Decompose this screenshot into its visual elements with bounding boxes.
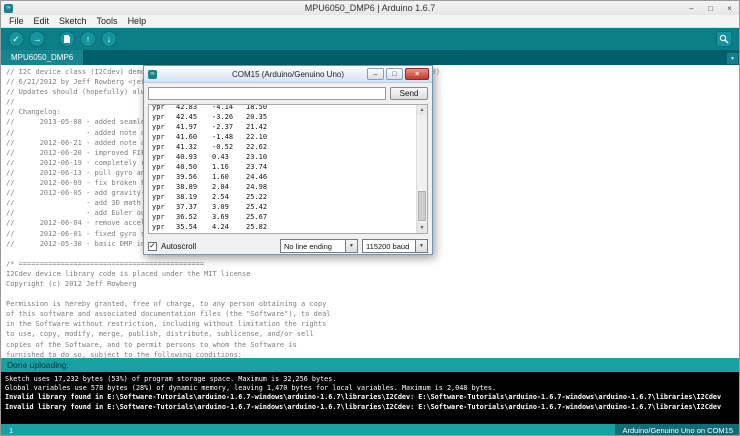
chevron-down-icon: ▼	[730, 56, 735, 62]
console-line: Global variables use 578 bytes (28%) of …	[5, 384, 737, 393]
menu-item-sketch[interactable]: Sketch	[54, 16, 92, 26]
code-line	[6, 289, 740, 299]
close-button[interactable]: ×	[720, 1, 739, 15]
serial-monitor-dialog: ∞ COM15 (Arduino/Genuino Uno) – □ × Send…	[143, 65, 433, 255]
minimize-button[interactable]: –	[367, 68, 384, 80]
new-sketch-button[interactable]	[59, 31, 75, 47]
menu-item-edit[interactable]: Edit	[29, 16, 55, 26]
console-output: Sketch uses 17,232 bytes (53%) of progra…	[1, 372, 740, 424]
serial-scrollbar[interactable]: ▲ ▼	[416, 105, 427, 233]
save-sketch-button[interactable]: ↓	[101, 31, 117, 47]
serial-monitor-window-controls: – □ ×	[367, 68, 432, 80]
autoscroll-label: Autoscroll	[161, 242, 196, 251]
baud-rate-dropdown[interactable]: 115200 baud ▼	[362, 239, 428, 253]
serial-send-input[interactable]	[148, 87, 386, 100]
serial-output-area[interactable]: ypr42.83-4.1418.50ypr42.45-3.2620.35ypr4…	[148, 104, 428, 234]
serial-output-row: ypr41.60-1.4822.10	[152, 132, 427, 142]
scrollbar-track[interactable]	[417, 115, 427, 223]
serial-monitor-options: ✓ Autoscroll No line ending ▼ 115200 bau…	[148, 239, 428, 253]
code-line: of this software and associated document…	[6, 309, 740, 319]
maximize-button[interactable]: □	[701, 1, 720, 15]
serial-monitor-title-bar[interactable]: ∞ COM15 (Arduino/Genuino Uno) – □ ×	[144, 66, 432, 83]
serial-output-row: ypr41.97-2.3721.42	[152, 122, 427, 132]
send-row: Send	[148, 87, 428, 100]
code-line: Permission is hereby granted, free of ch…	[6, 299, 740, 309]
serial-output-row: ypr36.523.6925.67	[152, 212, 427, 222]
line-ending-dropdown[interactable]: No line ending ▼	[280, 239, 358, 253]
serial-output-row: ypr38.192.5425.22	[152, 192, 427, 202]
code-line: /* =====================================…	[6, 259, 740, 269]
checkmark-icon: ✓	[12, 35, 20, 44]
arduino-ide-window: ∞ MPU6050_DMP6 | Arduino 1.6.7 – □ × Fil…	[0, 0, 740, 436]
footer-bar: 1 Arduino/Genuino Uno on COM15	[1, 424, 740, 436]
status-bar: Done uploading.	[1, 358, 740, 372]
code-line: furnished to do so, subject to the follo…	[6, 350, 740, 358]
close-icon[interactable]: ×	[405, 68, 429, 80]
window-controls: – □ ×	[682, 1, 739, 15]
serial-monitor-button[interactable]	[716, 31, 732, 47]
serial-output-row: ypr40.501.1623.74	[152, 162, 427, 172]
serial-output-row: ypr40.930.4323.10	[152, 152, 427, 162]
menu-item-tools[interactable]: Tools	[92, 16, 123, 26]
up-arrow-icon: ↑	[86, 35, 91, 44]
maximize-button[interactable]: □	[386, 68, 403, 80]
tab-bar: MPU6050_DMP6 ▼	[1, 50, 739, 65]
serial-output-lines: ypr42.83-4.1418.50ypr42.45-3.2620.35ypr4…	[149, 104, 427, 232]
cursor-line-number: 1	[1, 426, 13, 435]
serial-output-row: ypr37.373.0925.42	[152, 202, 427, 212]
upload-button[interactable]: →	[29, 31, 45, 47]
board-port-status: Arduino/Genuino Uno on COM15	[615, 424, 740, 436]
chevron-down-icon: ▼	[345, 240, 357, 252]
open-sketch-button[interactable]: ↑	[80, 31, 96, 47]
serial-output-row: ypr39.561.6024.46	[152, 172, 427, 182]
console-line: Invalid library found in E:\Software-Tut…	[5, 393, 737, 402]
code-line: copies of the Software, and to permit pe…	[6, 340, 740, 350]
serial-output-row: ypr41.32-0.5222.62	[152, 142, 427, 152]
serial-output-row: ypr38.892.0424.98	[152, 182, 427, 192]
code-line: in the Software without restriction, inc…	[6, 319, 740, 329]
scroll-down-icon[interactable]: ▼	[417, 223, 427, 233]
menu-item-help[interactable]: Help	[123, 16, 152, 26]
magnifier-icon	[719, 34, 729, 44]
toolbar: ✓ → ↑ ↓	[1, 28, 739, 50]
scrollbar-thumb[interactable]	[418, 191, 426, 221]
title-bar: ∞ MPU6050_DMP6 | Arduino 1.6.7 – □ ×	[1, 1, 739, 15]
console-line: Invalid library found in E:\Software-Tut…	[5, 403, 737, 412]
serial-output-row: ypr35.544.2425.82	[152, 222, 427, 232]
autoscroll-checkbox[interactable]: ✓	[148, 242, 157, 251]
serial-output-row: ypr42.45-3.2620.35	[152, 112, 427, 122]
menu-item-file[interactable]: File	[4, 16, 29, 26]
code-line: I2Cdev device library code is placed und…	[6, 269, 740, 279]
tab-menu-button[interactable]: ▼	[726, 52, 739, 65]
verify-button[interactable]: ✓	[8, 31, 24, 47]
minimize-button[interactable]: –	[682, 1, 701, 15]
window-title: MPU6050_DMP6 | Arduino 1.6.7	[1, 3, 739, 13]
baud-rate-value: 115200 baud	[363, 242, 412, 251]
status-message: Done uploading.	[7, 360, 69, 370]
code-line: Copyright (c) 2012 Jeff Rowberg	[6, 279, 740, 289]
tab-mpu6050-dmp6[interactable]: MPU6050_DMP6	[1, 50, 84, 65]
right-arrow-icon: →	[33, 35, 42, 44]
send-button[interactable]: Send	[390, 87, 428, 100]
line-ending-value: No line ending	[281, 242, 335, 251]
chevron-down-icon: ▼	[415, 240, 427, 252]
down-arrow-icon: ↓	[107, 35, 112, 44]
console-line: Sketch uses 17,232 bytes (53%) of progra…	[5, 375, 737, 384]
scroll-up-icon[interactable]: ▲	[417, 105, 427, 115]
serial-output-row: ypr42.83-4.1418.50	[152, 104, 427, 112]
menu-bar: FileEditSketchToolsHelp	[1, 15, 739, 28]
code-line: to use, copy, modify, merge, publish, di…	[6, 329, 740, 339]
new-sheet-icon	[64, 35, 70, 43]
